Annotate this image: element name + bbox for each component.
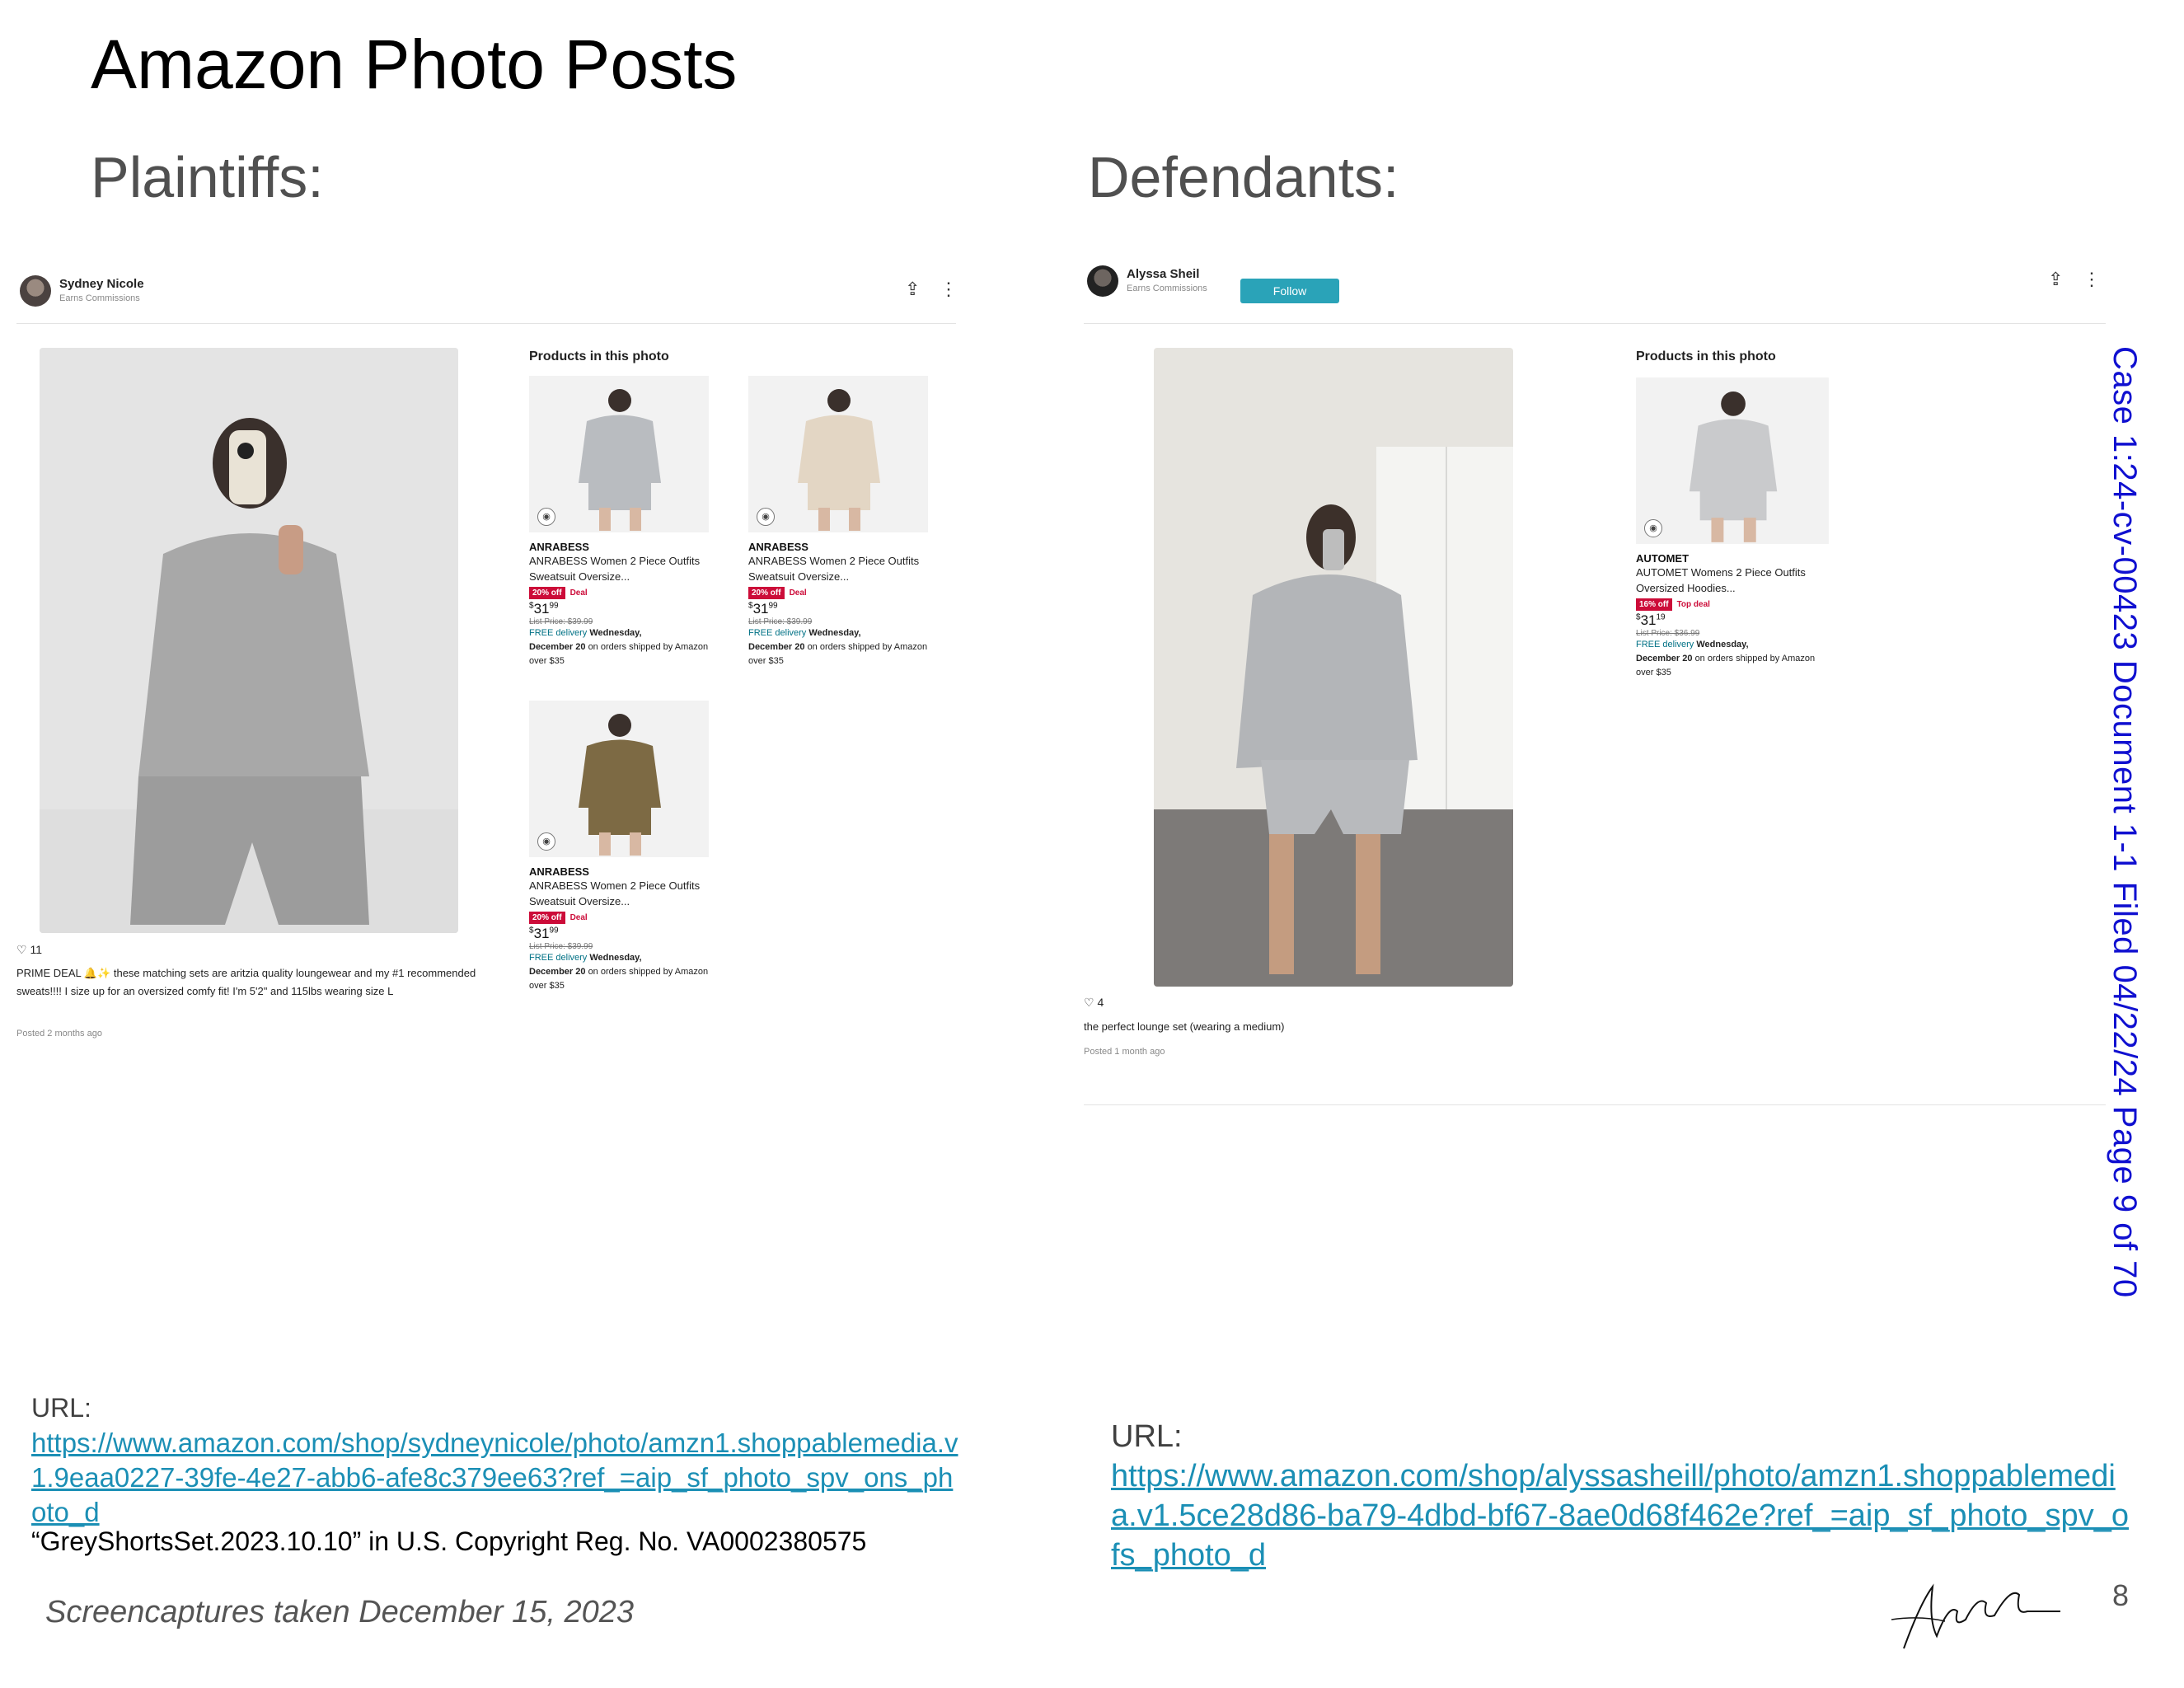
slide-title: Amazon Photo Posts bbox=[91, 26, 738, 103]
product-brand: ANRABESS bbox=[529, 541, 589, 553]
post-caption: PRIME DEAL 🔔✨ these matching sets are ar… bbox=[16, 967, 476, 997]
delivery-info: FREE delivery Wednesday, December 20 on o… bbox=[529, 953, 709, 991]
eye-icon[interactable]: ◉ bbox=[757, 508, 775, 526]
posted-time: Posted 2 months ago bbox=[16, 1029, 102, 1039]
product-image[interactable]: ◉ bbox=[529, 701, 709, 857]
discount-badge: 16% off bbox=[1636, 598, 1672, 611]
plaintiffs-heading: Plaintiffs: bbox=[91, 145, 324, 209]
garment bbox=[1699, 490, 1767, 521]
discount-badge: 20% off bbox=[748, 587, 785, 599]
defendants-heading: Defendants: bbox=[1088, 145, 1399, 209]
list-price: List Price: $39.99 bbox=[529, 942, 593, 951]
product-image[interactable]: ◉ bbox=[748, 376, 928, 532]
handwritten-signature bbox=[1891, 1583, 2060, 1649]
deal-label: Top deal bbox=[1676, 600, 1710, 609]
discount-badge: 20% off bbox=[529, 912, 565, 924]
person-illustration bbox=[1154, 348, 1513, 987]
heart-icon[interactable]: ♡ bbox=[16, 943, 27, 956]
capture-date-note: Screencaptures taken December 15, 2023 bbox=[45, 1595, 634, 1629]
garment bbox=[798, 415, 880, 483]
discount-badge: 20% off bbox=[529, 587, 565, 599]
product-image[interactable]: ◉ bbox=[1636, 377, 1829, 544]
like-count[interactable]: ♡ 11 bbox=[16, 943, 42, 957]
plaintiff-screenshot: Sydney Nicole Earns Commissions ⇪ ⋮ ♡ 11… bbox=[16, 264, 958, 1055]
delivery-info: FREE delivery Wednesday, December 20 on o… bbox=[1636, 640, 1816, 678]
more-icon[interactable]: ⋮ bbox=[940, 280, 958, 298]
products-heading: Products in this photo bbox=[529, 349, 669, 363]
product-card[interactable]: ◉ ANRABESS ANRABESS Women 2 Piece Outfit… bbox=[529, 376, 710, 668]
post-caption: the perfect lounge set (wearing a medium… bbox=[1084, 1020, 1285, 1033]
defendant-url-link[interactable]: https://www.amazon.com/shop/alyssasheill… bbox=[1111, 1456, 2133, 1575]
divider bbox=[16, 323, 956, 324]
product-brand: ANRABESS bbox=[529, 865, 589, 878]
user-name[interactable]: Alyssa Sheil bbox=[1127, 267, 1199, 281]
eye-icon[interactable]: ◉ bbox=[537, 832, 555, 851]
plaintiff-url-label: URL: bbox=[31, 1393, 91, 1423]
share-icon[interactable]: ⇪ bbox=[905, 280, 920, 298]
divider bbox=[1084, 323, 2106, 324]
person-illustration bbox=[40, 348, 458, 933]
avatar bbox=[1087, 265, 1118, 297]
user-name[interactable]: Sydney Nicole bbox=[59, 277, 144, 291]
eye-icon[interactable]: ◉ bbox=[537, 508, 555, 526]
more-icon[interactable]: ⋮ bbox=[2083, 270, 2101, 288]
garment bbox=[579, 739, 661, 808]
deal-label: Deal bbox=[569, 588, 588, 598]
product-card[interactable]: ◉ ANRABESS ANRABESS Women 2 Piece Outfit… bbox=[529, 701, 710, 993]
user-subtitle: Earns Commissions bbox=[1127, 284, 1207, 293]
share-icon[interactable]: ⇪ bbox=[2048, 270, 2063, 288]
defendant-url-label: URL: bbox=[1111, 1419, 1183, 1454]
delivery-info: FREE delivery Wednesday, December 20 on o… bbox=[529, 628, 709, 666]
product-price: $3199 bbox=[529, 601, 559, 617]
deal-label: Deal bbox=[789, 588, 807, 598]
product-price: $3199 bbox=[529, 926, 559, 941]
product-card[interactable]: ◉ ANRABESS ANRABESS Women 2 Piece Outfit… bbox=[748, 376, 930, 668]
avatar bbox=[20, 275, 51, 307]
product-name[interactable]: ANRABESS Women 2 Piece Outfits Sweatsuit… bbox=[529, 553, 710, 584]
plaintiff-url-link[interactable]: https://www.amazon.com/shop/sydneynicole… bbox=[31, 1426, 963, 1530]
garment bbox=[1689, 419, 1778, 492]
product-name[interactable]: AUTOMET Womens 2 Piece Outfits Oversized… bbox=[1636, 565, 1817, 596]
delivery-info: FREE delivery Wednesday, December 20 on o… bbox=[748, 628, 928, 666]
product-name[interactable]: ANRABESS Women 2 Piece Outfits Sweatsuit… bbox=[529, 878, 710, 909]
garment bbox=[588, 481, 651, 510]
product-card[interactable]: ◉ AUTOMET AUTOMET Womens 2 Piece Outfits… bbox=[1636, 377, 1829, 680]
like-count[interactable]: ♡ 4 bbox=[1084, 996, 1104, 1010]
garment bbox=[808, 481, 870, 510]
eye-icon[interactable]: ◉ bbox=[1644, 519, 1662, 537]
follow-button[interactable]: Follow bbox=[1240, 279, 1339, 303]
product-name[interactable]: ANRABESS Women 2 Piece Outfits Sweatsuit… bbox=[748, 553, 930, 584]
user-subtitle: Earns Commissions bbox=[59, 293, 140, 303]
post-photo[interactable] bbox=[1154, 348, 1513, 987]
list-price: List Price: $39.99 bbox=[748, 617, 813, 626]
defendant-screenshot: Alyssa Sheil Earns Commissions Follow ⇪ … bbox=[1084, 256, 2106, 1113]
product-brand: AUTOMET bbox=[1636, 552, 1690, 565]
case-stamp: Case 1:24-cv-00423 Document 1-1 Filed 04… bbox=[2107, 346, 2143, 1298]
post-photo[interactable] bbox=[40, 348, 458, 933]
products-heading: Products in this photo bbox=[1636, 349, 1776, 363]
posted-time: Posted 1 month ago bbox=[1084, 1047, 1165, 1057]
product-image[interactable]: ◉ bbox=[529, 376, 709, 532]
list-price: List Price: $36.99 bbox=[1636, 629, 1700, 638]
product-price: $3199 bbox=[748, 601, 778, 617]
garment bbox=[588, 806, 651, 835]
product-price: $3119 bbox=[1636, 612, 1666, 628]
page-number: 8 bbox=[2112, 1578, 2130, 1612]
deal-label: Deal bbox=[569, 913, 588, 922]
product-brand: ANRABESS bbox=[748, 541, 808, 553]
heart-icon[interactable]: ♡ bbox=[1084, 996, 1094, 1009]
garment bbox=[579, 415, 661, 483]
copyright-note: “GreyShortsSet.2023.10.10” in U.S. Copyr… bbox=[31, 1526, 867, 1556]
divider bbox=[1084, 1104, 2106, 1105]
list-price: List Price: $39.99 bbox=[529, 617, 593, 626]
